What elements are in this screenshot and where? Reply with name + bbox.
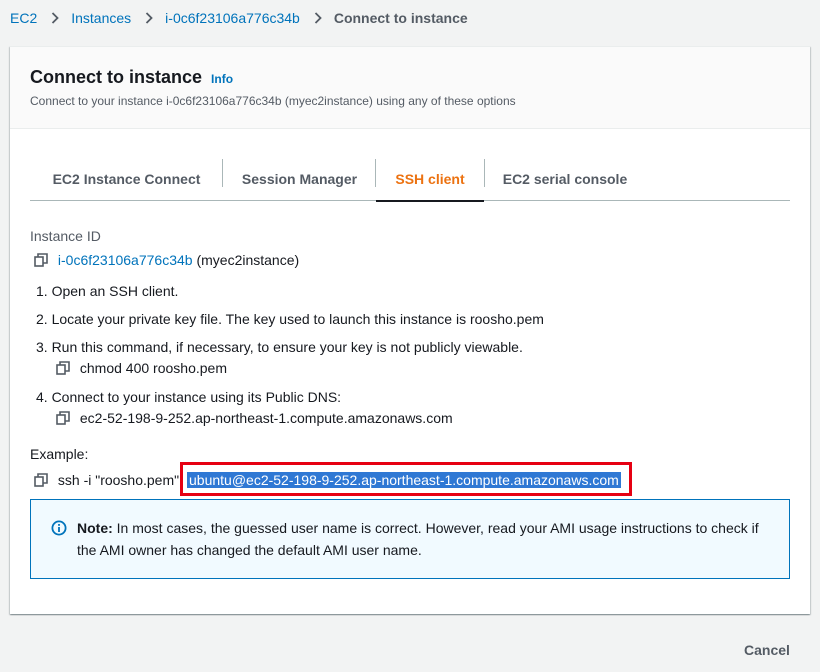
info-link[interactable]: Info [211, 72, 233, 86]
step-2: 2. Locate your private key file. The key… [36, 311, 544, 327]
public-dns-row: ec2-52-198-9-252.ap-northeast-1.compute.… [56, 410, 453, 426]
tab-ssh-client[interactable]: SSH client [376, 157, 484, 202]
tab-label: EC2 Instance Connect [52, 171, 201, 187]
instance-id-row: i-0c6f23106a776c34b (myec2instance) [34, 252, 299, 268]
step-4: 4. Connect to your instance using its Pu… [36, 389, 342, 405]
breadcrumb: EC2 Instances i-0c6f23106a776c34b Connec… [10, 8, 468, 28]
breadcrumb-instances[interactable]: Instances [71, 10, 131, 26]
breadcrumb-instance-id[interactable]: i-0c6f23106a776c34b [165, 10, 300, 26]
tab-ec2-instance-connect[interactable]: EC2 Instance Connect [30, 157, 223, 201]
copy-icon[interactable] [56, 361, 70, 375]
chmod-command: chmod 400 roosho.pem [79, 360, 227, 376]
highlight-box [180, 462, 632, 496]
step-3: 3. Run this command, if necessary, to en… [36, 339, 523, 355]
tab-label: Session Manager [241, 171, 358, 187]
panel-header: Connect to instance Info Connect to your… [10, 47, 810, 129]
page-title: Connect to instance Info [30, 67, 790, 88]
chevron-right-icon [145, 12, 153, 24]
copy-icon[interactable] [34, 253, 48, 267]
example-command-prefix: ssh -i "roosho.pem" [57, 472, 180, 488]
page-description: Connect to your instance i-0c6f23106a776… [30, 94, 516, 108]
tab-ec2-serial-console[interactable]: EC2 serial console [485, 157, 645, 201]
note-label: Note: [77, 520, 113, 536]
example-label: Example: [30, 446, 89, 462]
page-title-text: Connect to instance [30, 67, 203, 87]
tab-session-manager[interactable]: Session Manager [223, 157, 376, 201]
copy-icon[interactable] [56, 411, 70, 425]
public-dns: ec2-52-198-9-252.ap-northeast-1.compute.… [79, 410, 453, 426]
chevron-right-icon [314, 12, 322, 24]
instance-id-link[interactable]: i-0c6f23106a776c34b [58, 252, 193, 268]
cancel-button[interactable]: Cancel [744, 642, 790, 658]
chevron-right-icon [51, 12, 60, 24]
note-text: In most cases, the guessed user name is … [77, 520, 759, 558]
copy-icon[interactable] [34, 473, 48, 487]
breadcrumb-ec2[interactable]: EC2 [10, 10, 37, 26]
chmod-command-row: chmod 400 roosho.pem [56, 360, 227, 376]
tab-label: EC2 serial console [502, 171, 628, 187]
tab-label: SSH client [395, 171, 465, 187]
breadcrumb-current: Connect to instance [333, 10, 468, 26]
instance-name: (myec2instance) [196, 252, 300, 268]
step-1: 1. Open an SSH client. [36, 283, 179, 299]
connection-tabs: EC2 Instance Connect Session Manager SSH… [30, 157, 790, 202]
info-circle-icon [51, 520, 67, 536]
instance-id-label: Instance ID [30, 228, 101, 244]
note-alert: Note: In most cases, the guessed user na… [30, 499, 790, 579]
